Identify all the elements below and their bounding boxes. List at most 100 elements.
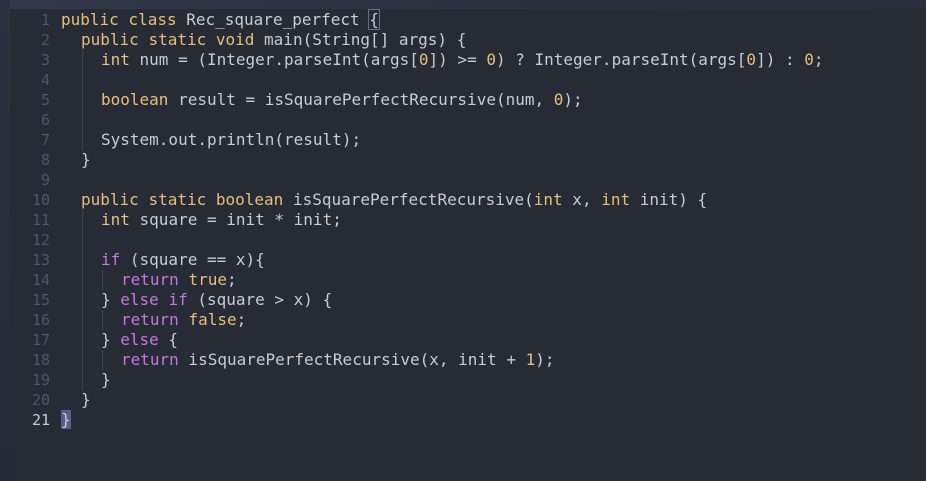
code-text[interactable]: boolean result = isSquarePerfectRecursiv… <box>101 90 583 110</box>
indent-guide <box>82 370 83 390</box>
indent-guide <box>82 250 83 270</box>
code-line[interactable]: 21} <box>10 410 926 430</box>
code-text[interactable]: public class Rec_square_perfect { <box>61 9 380 30</box>
line-number: 20 <box>31 391 50 409</box>
indent-guide <box>82 50 83 70</box>
code-text[interactable]: } <box>81 390 91 410</box>
line-number: 6 <box>40 111 50 129</box>
code-text[interactable]: if (square == x){ <box>101 250 265 270</box>
code-line[interactable]: 5 boolean result = isSquarePerfectRecursi… <box>10 90 926 110</box>
code-line[interactable]: 12 <box>10 230 926 250</box>
indent-guide <box>82 70 83 90</box>
code-text[interactable]: return isSquarePerfectRecursive(x, init … <box>121 350 554 370</box>
code-text[interactable]: int num = (Integer.parseInt(args[0]) >= … <box>101 50 824 70</box>
code-token: ]) >= <box>428 50 487 69</box>
code-line[interactable]: 6 <box>10 110 926 130</box>
code-editor-window: 1 public class Rec_square_perfect {2 publi… <box>10 9 926 481</box>
code-token: ); <box>563 90 583 109</box>
code-text[interactable]: } <box>81 150 91 170</box>
indent-guide <box>82 130 83 150</box>
code-line[interactable]: 10 public static boolean isSquarePerfectR… <box>10 190 926 210</box>
indent-guide <box>82 310 83 330</box>
indent-guide <box>82 270 83 290</box>
code-token: ; <box>813 50 824 69</box>
code-line[interactable]: 3 int num = (Integer.parseInt(args[0]) >=… <box>10 50 926 70</box>
indent-guide <box>82 290 83 310</box>
code-token: boolean <box>101 90 169 109</box>
code-line[interactable]: 4 <box>10 70 926 90</box>
indent-guide <box>102 350 103 370</box>
line-number: 1 <box>40 11 50 29</box>
code-token: isSquarePerfectRecursive( <box>283 190 534 209</box>
code-token: System.out.println(result); <box>101 130 362 149</box>
code-token: 0 <box>804 50 814 69</box>
code-token: { <box>158 330 179 349</box>
line-number: 11 <box>31 211 50 229</box>
code-text[interactable]: } <box>101 370 111 390</box>
code-line[interactable]: 7 System.out.println(result); <box>10 130 926 150</box>
code-token: public <box>81 30 139 49</box>
code-text[interactable]: public static boolean isSquarePerfectRec… <box>81 190 707 210</box>
line-number: 8 <box>40 151 50 169</box>
code-line[interactable]: 8} <box>10 150 926 170</box>
code-token: ) ? Integer.parseInt(args[ <box>495 50 747 69</box>
code-text[interactable]: System.out.println(result); <box>101 130 361 150</box>
code-line[interactable]: 11 int square = init * init; <box>10 210 926 230</box>
line-number: 18 <box>31 351 50 369</box>
code-line[interactable]: 1 public class Rec_square_perfect { <box>10 9 926 30</box>
code-token: } <box>101 370 111 389</box>
code-line[interactable]: 20} <box>10 390 926 410</box>
code-line[interactable]: 13 if (square == x){ <box>10 250 926 270</box>
code-token: int <box>101 50 130 69</box>
code-token: false <box>188 310 237 329</box>
code-token: main(String[] args) { <box>254 30 467 49</box>
code-text[interactable]: int square = init * init; <box>101 210 342 230</box>
code-token: ; <box>226 270 237 289</box>
code-line[interactable]: 9 <box>10 170 926 190</box>
code-line[interactable]: 19} <box>10 370 926 390</box>
code-token: class <box>128 10 177 29</box>
code-editor[interactable]: 1 public class Rec_square_perfect {2 publi… <box>10 9 926 430</box>
code-token: ]) : <box>756 50 805 69</box>
code-token: else <box>120 330 159 349</box>
line-number: 19 <box>31 371 50 389</box>
code-text[interactable]: public static void main(String[] args) { <box>81 30 466 50</box>
code-line[interactable]: 14 return true; <box>10 270 926 290</box>
code-token: 0 <box>418 50 429 69</box>
code-text[interactable]: } else if (square > x) { <box>101 290 332 310</box>
code-token: void <box>215 30 255 49</box>
code-token: (square > x) { <box>187 290 333 309</box>
code-token: } <box>81 150 91 169</box>
indent-guide <box>82 230 83 250</box>
code-token: } <box>81 390 91 409</box>
code-token: ); <box>535 350 555 369</box>
code-token: ; <box>236 310 247 329</box>
indent-guide <box>82 350 83 370</box>
code-token: return <box>121 310 179 329</box>
code-token: num = (Integer.parseInt(args[ <box>129 50 419 69</box>
code-line[interactable]: 17} else { <box>10 330 926 350</box>
indent-guide <box>102 310 103 330</box>
code-text[interactable]: } else { <box>101 330 178 350</box>
code-token: if <box>168 290 188 309</box>
code-text[interactable]: return true; <box>121 270 237 290</box>
code-token: int <box>601 190 631 209</box>
code-token: static <box>148 190 207 209</box>
code-token: true <box>188 270 227 289</box>
code-line[interactable]: 16 return false; <box>10 310 926 330</box>
code-text[interactable]: return false; <box>121 310 246 330</box>
code-line[interactable]: 2 public static void main(String[] args) … <box>10 30 926 50</box>
indent-guide <box>82 110 83 130</box>
code-line[interactable]: 18 return isSquarePerfectRecursive(x, ini… <box>10 350 926 370</box>
line-number: 15 <box>31 291 50 309</box>
code-text[interactable]: } <box>61 410 71 430</box>
code-line[interactable]: 15 } else if (square > x) { <box>10 290 926 310</box>
code-token: 0 <box>486 50 496 69</box>
code-token: public <box>61 10 119 29</box>
line-number: 5 <box>40 91 50 109</box>
